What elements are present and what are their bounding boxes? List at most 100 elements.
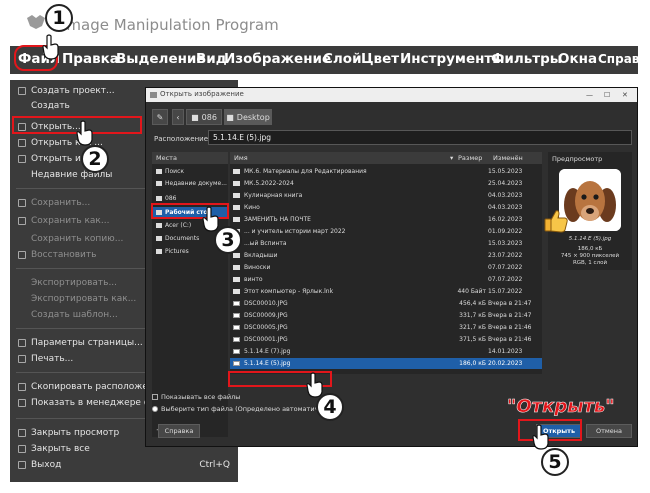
copy-location-icon [18, 383, 26, 391]
folder-icon [233, 181, 240, 186]
menu-item-save[interactable]: Сохранить... [18, 198, 90, 208]
place-pictures[interactable]: Pictures [156, 248, 189, 255]
menu-item-export-as[interactable]: Экспортировать как... [18, 294, 136, 304]
file-row[interactable]: 5.1.14.Е (5).jpg 186,0 кБ 20.02.2023 [230, 358, 542, 369]
print-icon [18, 355, 26, 363]
menu-item-close-view[interactable]: Закрыть просмотр [18, 428, 119, 438]
image-file-icon [233, 301, 240, 306]
open-location-icon [18, 155, 26, 163]
open-image-dialog: Открыть изображение — ☐ ✕ ✎ ‹ ■ 086 ■ Desk… [145, 87, 638, 447]
menu-image[interactable]: Изображение [224, 51, 331, 67]
file-name: ... и учитель истории март 2022 [244, 228, 346, 235]
file-row[interactable]: Этот компьютер - Ярлык.lnk 440 Байт 15.07.… [230, 286, 542, 297]
folder-icon [233, 265, 240, 270]
place-drive-c[interactable]: Acer (C:) [156, 222, 191, 229]
file-type-selector[interactable]: Выберите тип файла (Определено автоматич… [152, 405, 325, 413]
column-modified[interactable]: Изменён [493, 154, 523, 162]
file-size: 331,7 кБ [459, 312, 486, 319]
quit-icon [18, 461, 26, 469]
file-date: Вчера в 21:47 [488, 312, 532, 319]
file-name: 5.1.14.Е (7).jpg [244, 348, 291, 355]
path-back-button[interactable]: ‹ [172, 109, 184, 125]
menu-item-revert[interactable]: Восстановить [18, 250, 96, 260]
file-row[interactable]: DSC00010.JPG 456,4 кБ Вчера в 21:47 [230, 298, 542, 309]
page-setup-icon [18, 339, 26, 347]
file-row[interactable]: 5.1.14.Е (7).jpg 14.01.2023 [230, 346, 542, 357]
file-row[interactable]: ...ый Вспинта 15.03.2023 [230, 238, 542, 249]
menu-item-export[interactable]: Экспортировать... [18, 278, 117, 288]
column-size[interactable]: Размер [458, 154, 482, 162]
open-as-icon [18, 139, 26, 147]
file-row[interactable]: ... и учитель истории март 2022 01.09.202… [230, 226, 542, 237]
location-input[interactable] [208, 130, 632, 145]
places-header: Места [152, 152, 228, 164]
dialog-app-icon [150, 92, 157, 98]
dialog-title: Открыть изображение [160, 90, 244, 98]
place-recent[interactable]: Недавние докуме... [156, 180, 227, 187]
file-row[interactable]: Кино 04.03.2023 [230, 202, 542, 213]
file-row[interactable]: Вкладыши 23.07.2022 [230, 250, 542, 261]
place-home[interactable]: 086 [156, 195, 176, 202]
menu-layer[interactable]: Слой [323, 51, 362, 67]
new-project-icon [18, 87, 26, 95]
menu-item-page-setup[interactable]: Параметры страницы... [18, 338, 143, 348]
file-date: 25.04.2023 [488, 180, 523, 187]
file-name: Этот компьютер - Ярлык.lnk [244, 288, 334, 295]
minimize-icon[interactable]: — [586, 91, 593, 99]
file-name: Кулинарная книга [244, 192, 303, 199]
menu-item-print[interactable]: Печать... [18, 354, 73, 364]
path-segment-086[interactable]: ■ 086 [186, 109, 222, 125]
menu-edit[interactable]: Правка [62, 51, 119, 67]
menu-item-save-copy[interactable]: Сохранить копию... [18, 234, 123, 244]
menu-item-new-project[interactable]: Создать проект... [18, 86, 115, 96]
file-size: 321,7 кБ [459, 324, 486, 331]
menu-view[interactable]: Вид [196, 51, 227, 67]
menu-item-copy-location[interactable]: Скопировать расположение [18, 382, 165, 392]
file-row[interactable]: DSC00005.JPG 321,7 кБ Вчера в 21:46 [230, 322, 542, 333]
column-name[interactable]: Имя [234, 154, 248, 162]
hand-pointer-icon [532, 424, 549, 450]
menu-item-create-template[interactable]: Создать шаблон... [18, 310, 118, 320]
file-row[interactable]: ЗАМЕНИТЬ НА ПОЧТЕ 16.02.2023 [230, 214, 542, 225]
chevron-left-icon: ‹ [176, 112, 180, 122]
menu-windows[interactable]: Окна [558, 51, 597, 67]
menu-item-quit[interactable]: Выход [18, 460, 61, 470]
file-name: МК.6. Материалы для Редактирования [244, 168, 367, 175]
location-label: Расположение: [154, 135, 211, 143]
file-row[interactable]: винто 07.07.2022 [230, 274, 542, 285]
file-row[interactable]: DSC00009.JPG 331,7 кБ Вчера в 21:47 [230, 310, 542, 321]
image-file-icon [233, 361, 240, 366]
menu-select[interactable]: Выделение [116, 51, 206, 67]
gimp-logo-icon [27, 15, 45, 29]
image-file-icon [233, 349, 240, 354]
place-documents[interactable]: Documents [156, 235, 199, 242]
file-name: винто [244, 276, 263, 283]
file-date: 07.07.2022 [488, 276, 523, 283]
file-row[interactable]: Виноски 07.07.2022 [230, 262, 542, 273]
close-icon[interactable]: ✕ [622, 91, 628, 99]
place-search[interactable]: Поиск [156, 168, 184, 175]
title-bar: Image Manipulation Program [0, 0, 650, 44]
menu-colors[interactable]: Цвет [361, 51, 399, 67]
hand-pointer-icon [306, 372, 323, 398]
menu-help[interactable]: Справка [598, 52, 650, 66]
menu-tools[interactable]: Инструменты [400, 51, 504, 67]
menu-item-close-all[interactable]: Закрыть все [18, 444, 90, 454]
file-name: DSC00001.JPG [244, 336, 288, 343]
show-all-files-checkbox[interactable]: Показывать все файлы [152, 393, 240, 401]
cancel-button[interactable]: Отмена [586, 424, 632, 438]
step-badge-5: 5 [541, 448, 569, 476]
path-segment-desktop[interactable]: ■ Desktop [224, 109, 272, 125]
file-row[interactable]: DSC00001.JPG 371,5 кБ Вчера в 21:46 [230, 334, 542, 345]
file-date: Вчера в 21:47 [488, 300, 532, 307]
menu-item-create[interactable]: Создать [18, 101, 70, 111]
menu-item-save-as[interactable]: Сохранить как... [18, 216, 109, 226]
file-name: Вкладыши [244, 252, 278, 259]
file-row[interactable]: МК.6. Материалы для Редактирования 15.05.… [230, 166, 542, 177]
maximize-icon[interactable]: ☐ [604, 91, 610, 99]
help-button[interactable]: Справка [158, 424, 200, 438]
file-row[interactable]: МК.5.2022-2024 25.04.2023 [230, 178, 542, 189]
menu-filters[interactable]: Фильтры [491, 51, 562, 67]
edit-location-button[interactable]: ✎ [152, 109, 168, 125]
file-row[interactable]: Кулинарная книга 04.03.2023 [230, 190, 542, 201]
